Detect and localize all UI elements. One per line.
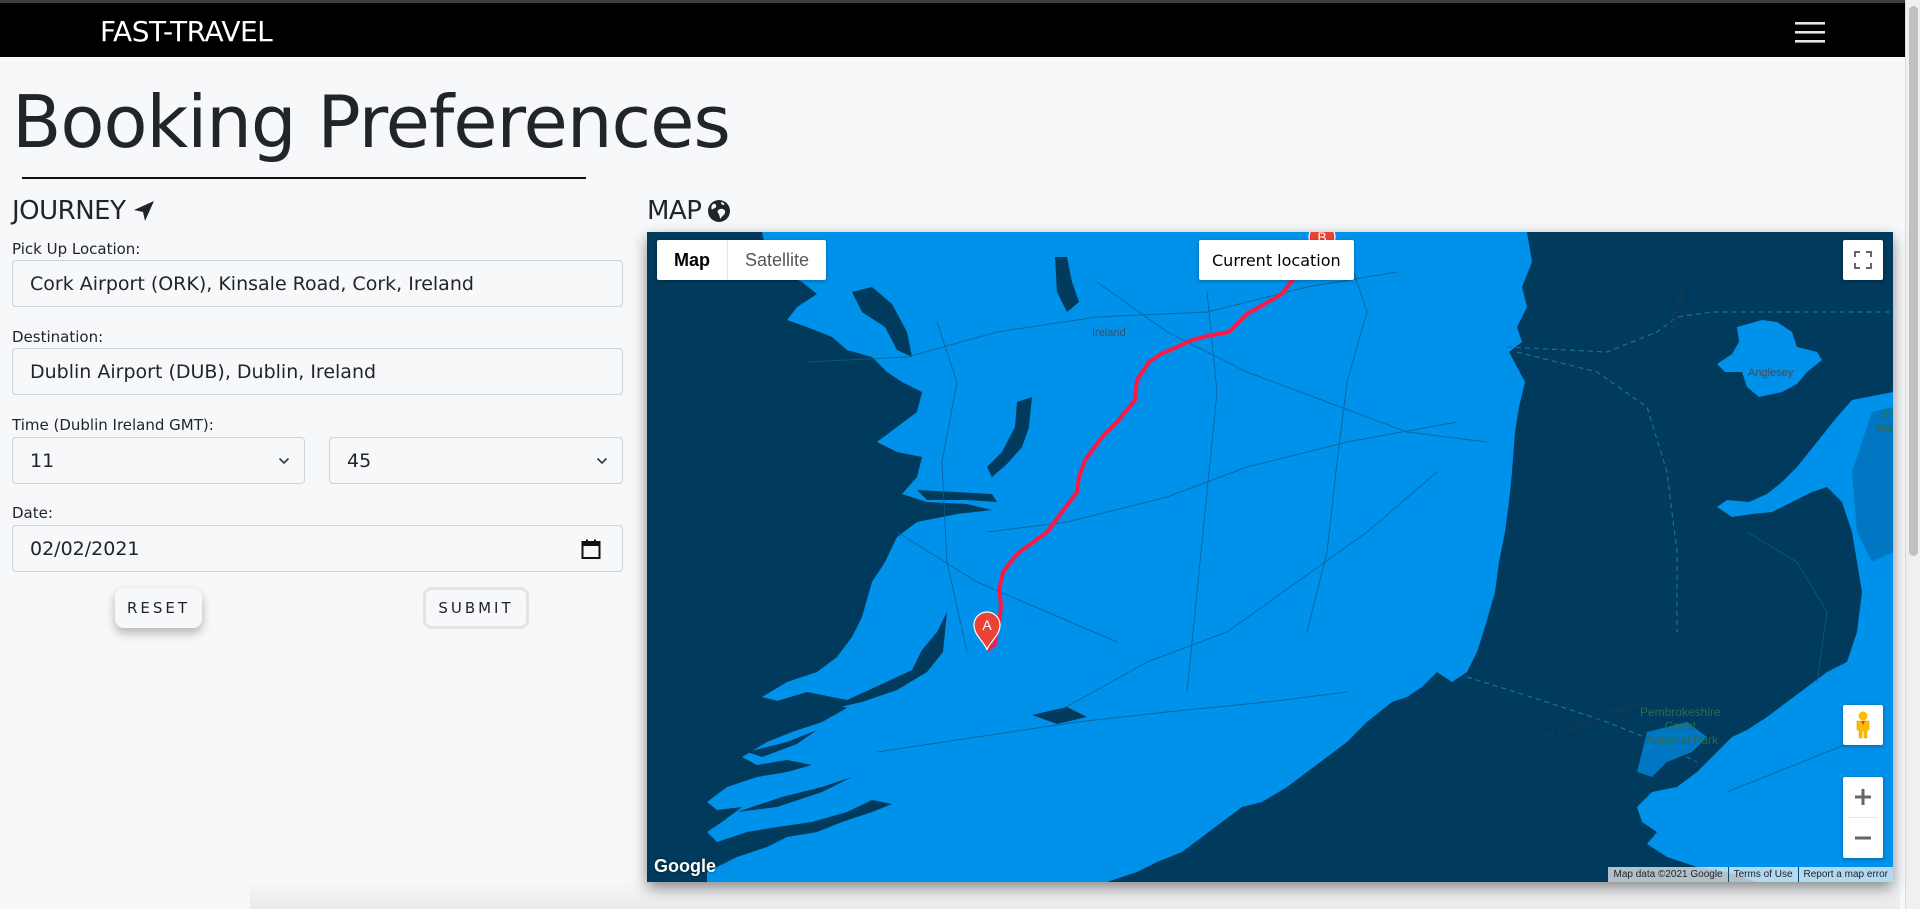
brand-logo[interactable]: FAST-TRAVEL bbox=[100, 15, 273, 48]
location-arrow-icon bbox=[133, 201, 154, 221]
label-pembrokeshire-line2: Coast bbox=[1665, 719, 1697, 733]
label-snowdonia: Sn Na bbox=[1877, 407, 1893, 435]
label-pembrokeshire-line3: National Park bbox=[1646, 733, 1719, 747]
zoom-control bbox=[1843, 777, 1883, 858]
destination-input[interactable] bbox=[30, 360, 622, 383]
google-logo: Google bbox=[654, 856, 716, 876]
minute-select-value: 45 bbox=[347, 449, 372, 472]
fullscreen-icon bbox=[1854, 251, 1872, 269]
scrollbar-thumb[interactable] bbox=[1909, 6, 1918, 556]
date-input-value: 02/02/2021 bbox=[30, 537, 140, 560]
hour-select[interactable]: 11 bbox=[12, 437, 305, 484]
pegman-icon bbox=[1856, 711, 1870, 739]
current-location-button[interactable]: Current location bbox=[1199, 240, 1354, 280]
date-label: Date: bbox=[12, 504, 53, 522]
map-heading: MAP bbox=[647, 196, 731, 226]
destination-label: Destination: bbox=[12, 328, 104, 346]
time-label: Time (Dublin Ireland GMT): bbox=[12, 416, 214, 434]
label-snowdonia-line2: Na bbox=[1877, 421, 1893, 435]
map-heading-text: MAP bbox=[647, 196, 702, 226]
chevron-down-icon bbox=[596, 457, 608, 464]
hamburger-menu-icon[interactable] bbox=[1795, 22, 1825, 44]
label-ireland: Ireland bbox=[1092, 327, 1126, 339]
globe-icon bbox=[708, 200, 731, 222]
minute-select[interactable]: 45 bbox=[329, 437, 623, 484]
pickup-label: Pick Up Location: bbox=[12, 240, 141, 258]
label-snowdonia-line1: Sn bbox=[1880, 407, 1893, 421]
page-title: Booking Preferences bbox=[12, 80, 731, 164]
title-divider bbox=[22, 177, 586, 179]
hour-select-value: 11 bbox=[30, 449, 55, 472]
bottom-shadow bbox=[250, 880, 1900, 909]
zoom-out-button[interactable] bbox=[1843, 818, 1883, 858]
navbar: FAST-TRAVEL bbox=[0, 0, 1905, 57]
destination-input-wrap[interactable] bbox=[12, 348, 623, 395]
map-type-map-button[interactable]: Map bbox=[657, 240, 728, 280]
pickup-input-wrap[interactable] bbox=[12, 260, 623, 307]
fullscreen-button[interactable] bbox=[1843, 240, 1883, 280]
plus-icon bbox=[1855, 789, 1871, 805]
submit-button[interactable]: SUBMIT bbox=[423, 587, 529, 629]
chevron-down-icon bbox=[278, 457, 290, 464]
page-scrollbar[interactable] bbox=[1905, 0, 1920, 909]
marker-a-label: A bbox=[982, 617, 992, 633]
journey-heading-text: JOURNEY bbox=[12, 196, 126, 226]
minus-icon bbox=[1855, 836, 1871, 840]
reset-button[interactable]: RESET bbox=[115, 588, 202, 628]
journey-heading: JOURNEY bbox=[12, 196, 156, 226]
zoom-in-button[interactable] bbox=[1843, 777, 1883, 817]
street-view-pegman-button[interactable] bbox=[1843, 705, 1883, 745]
calendar-icon[interactable] bbox=[580, 538, 602, 560]
map-graphic[interactable]: Ireland Irish Sea Anglesey St George's C… bbox=[647, 232, 1893, 882]
date-input[interactable]: 02/02/2021 bbox=[12, 525, 623, 572]
pickup-location-input[interactable] bbox=[30, 272, 622, 295]
map-type-control: Map Satellite bbox=[657, 240, 827, 280]
map-canvas[interactable]: Ireland Irish Sea Anglesey St George's C… bbox=[647, 232, 1893, 882]
map-type-satellite-button[interactable]: Satellite bbox=[728, 240, 826, 280]
label-pembrokeshire-line1: Pembrokeshire bbox=[1640, 705, 1721, 719]
label-anglesey: Anglesey bbox=[1748, 367, 1794, 379]
